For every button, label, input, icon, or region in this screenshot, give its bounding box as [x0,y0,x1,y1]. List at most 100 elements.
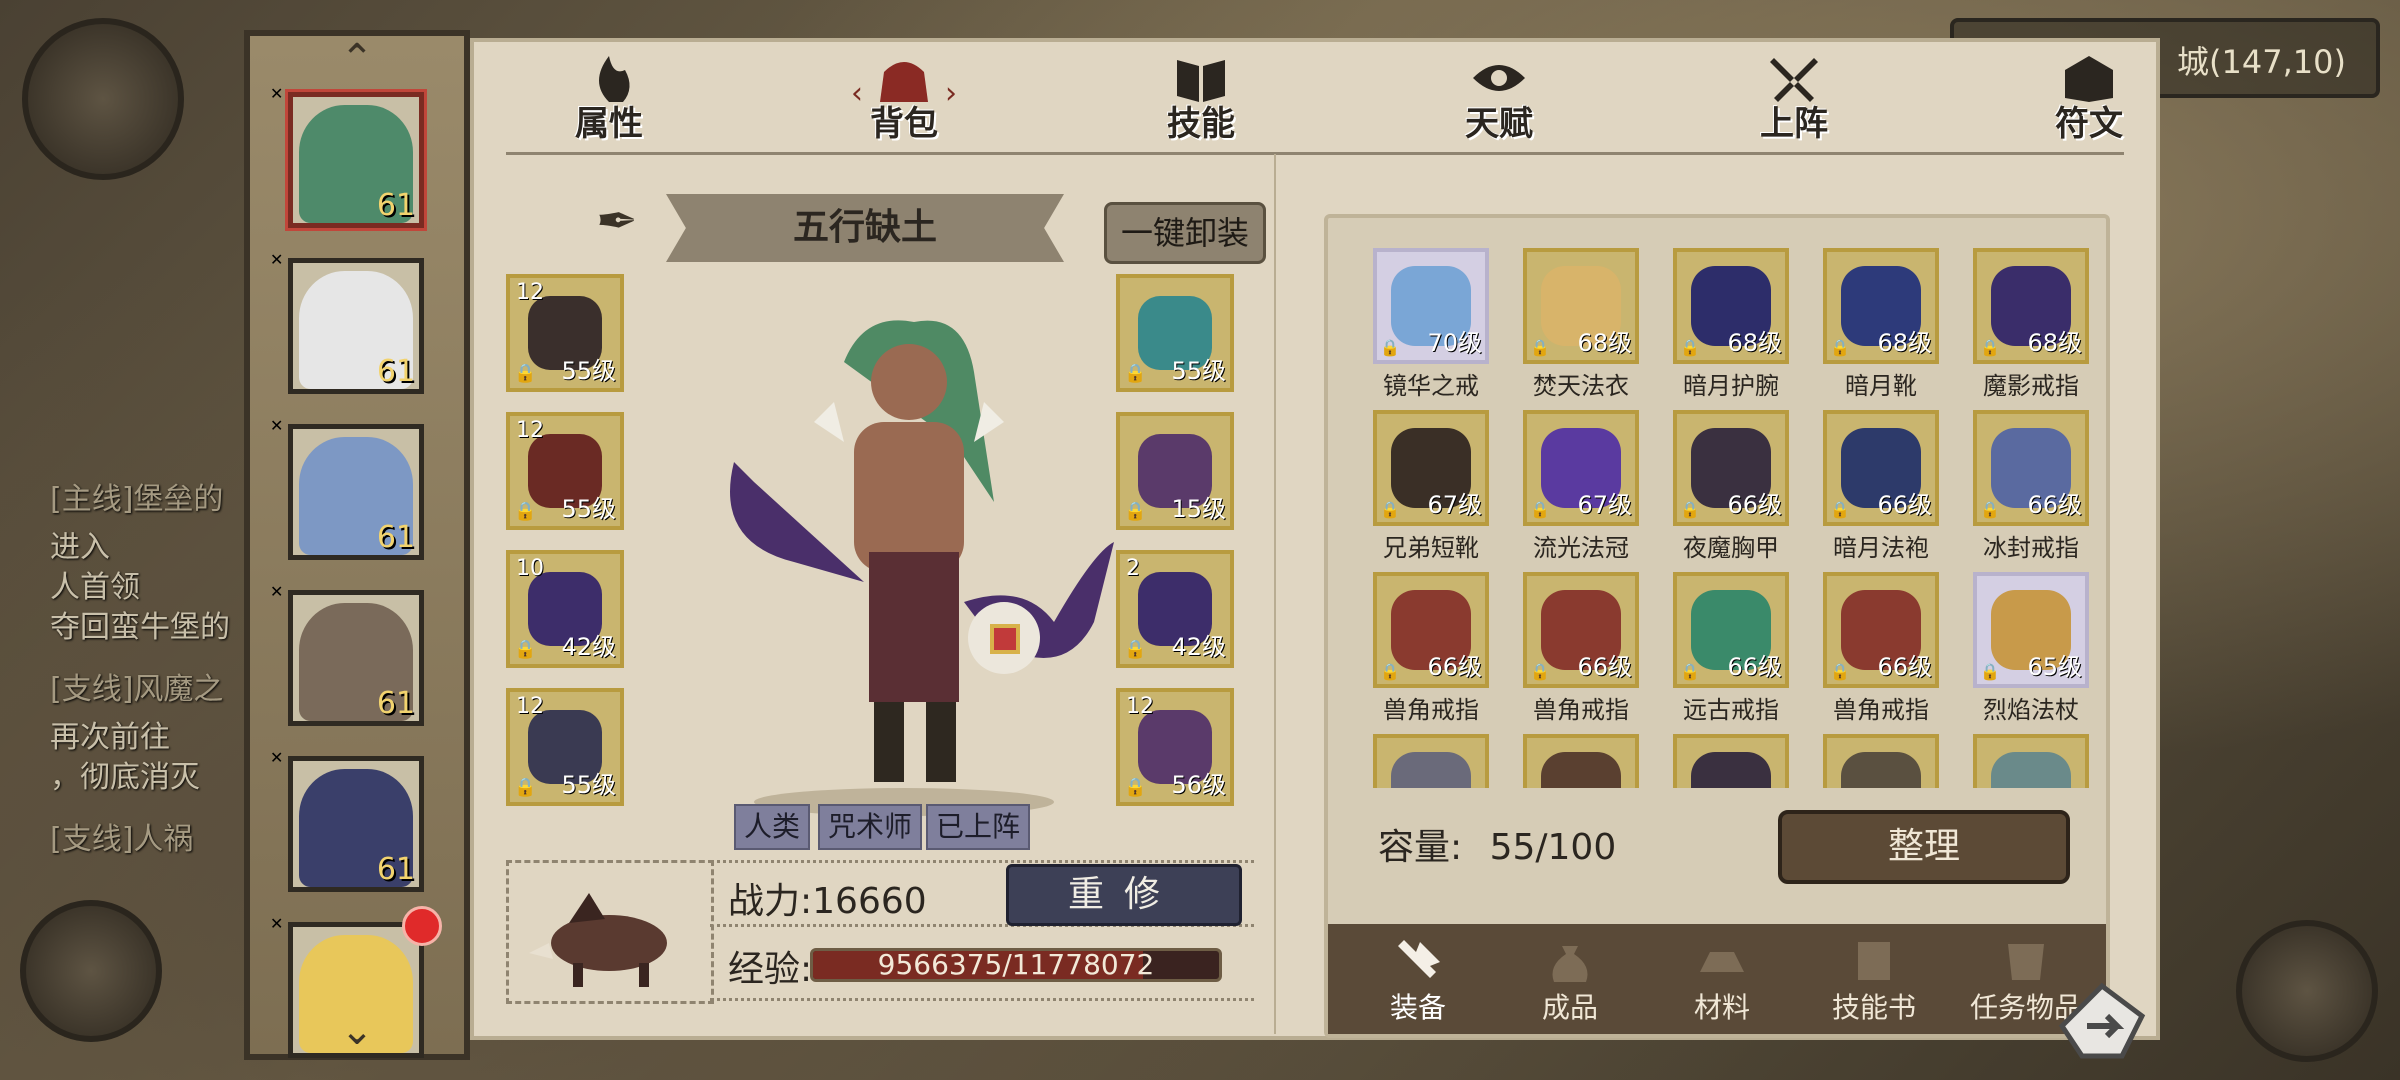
quest-line[interactable]: [支线]风魔之 [50,670,223,710]
item-level: 55级 [1171,357,1226,385]
item-frame: 🔒 [1673,734,1789,788]
enhance-level: 12 [1126,694,1154,719]
inventory-item[interactable]: 68级 🔒 暗月靴 [1806,248,1956,410]
quest-line[interactable]: 夺回蛮牛堡的 [50,608,230,648]
lock-icon: 🔒 [1830,500,1850,519]
inventory-tab-hammer[interactable]: 装备 [1348,932,1488,1028]
equipment-slot[interactable]: 10 42级 🔒 [506,550,624,668]
inventory-item[interactable]: 66级 🔒 冰封戒指 [1956,410,2096,572]
item-name: 夜魔胸甲 [1683,534,1779,562]
rename-brush-icon[interactable]: ✒ [596,192,638,250]
pet-slot[interactable] [506,860,714,1004]
inventory-grid[interactable]: 70级 🔒 镜华之戒 68级 🔒 焚天法衣 68级 🔒 暗月护腕 68级 🔒 暗月靴 68级 🔒 魔影戒指 6… [1356,248,2096,788]
scroll-down-arrow-icon[interactable]: ⌄ [250,1008,464,1054]
inventory-category-tabs: 装备 成品 材料 技能书 任务物品 [1328,924,2106,1034]
exp-progress-bar: 9566375/11778072 [810,948,1222,982]
item-name: 远古戒指 [1683,696,1779,724]
item-level: 15级 [1171,495,1226,523]
equipment-slot[interactable]: 2 42级 🔒 [1116,550,1234,668]
item-frame: 🔒 [1523,734,1639,788]
hero-card[interactable]: 61 [288,590,424,726]
item-name: 镜华之戒 [1383,372,1479,400]
hero-card[interactable]: 61 [288,424,424,560]
inventory-tab-scroll[interactable]: 技能书 [1804,932,1944,1028]
hero-level: 61 [376,354,415,389]
equipment-slot[interactable]: 15级 🔒 [1116,412,1234,530]
inventory-tab-sack[interactable]: 成品 [1500,932,1640,1028]
scroll-up-arrow-icon[interactable]: ⌃ [250,36,464,82]
tab-label: 背包 [870,104,938,144]
item-frame: 65级 🔒 [1973,572,2089,688]
hero-card[interactable]: 61 [288,756,424,892]
unequip-all-button[interactable]: 一键卸装 [1104,202,1266,264]
inventory-item[interactable]: 66级 🔒 兽角戒指 [1356,572,1506,734]
tab-flame[interactable]: 属性 [534,52,684,152]
inventory-item[interactable]: 68级 🔒 暗月护腕 [1656,248,1806,410]
tab-rune[interactable]: 符文 [2014,52,2164,152]
tab-book[interactable]: 技能 [1126,52,1276,152]
power-label: 战力: [728,881,813,922]
inventory-item[interactable]: 66级 🔒 远古戒指 [1656,572,1806,734]
hero-role-icon: ✕ [270,582,284,601]
hero-card[interactable]: 61 [288,92,424,228]
inventory-item[interactable]: 🔒 [1356,734,1506,788]
sort-button[interactable]: 整理 [1778,810,2070,884]
inventory-item[interactable]: 67级 🔒 流光法冠 [1506,410,1656,572]
tab-bag[interactable]: 背包 [829,52,979,152]
inventory-item[interactable]: 70级 🔒 镜华之戒 [1356,248,1506,410]
stats-divider-top [710,860,1254,863]
inventory-tab-ingot[interactable]: 材料 [1652,932,1792,1028]
map-coordinate-text: 城(147,10) [2177,43,2346,81]
rebuild-button[interactable]: 重修 [1006,864,1242,926]
inventory-item[interactable]: 66级 🔒 暗月法袍 [1806,410,1956,572]
equipment-slot[interactable]: 55级 🔒 [1116,274,1234,392]
quest-line[interactable]: 进入 [50,528,110,568]
quest-line[interactable]: [支线]人祸 [50,820,193,860]
lock-icon: 🔒 [1530,338,1550,357]
item-level: 55级 [561,357,616,385]
lock-icon: 🔒 [1380,500,1400,519]
equipment-slot[interactable]: 12 55级 🔒 [506,274,624,392]
inventory-item[interactable]: 🔒 [1806,734,1956,788]
crossed-swords-icon [1770,58,1818,102]
lock-icon: 🔒 [1980,662,2000,681]
inventory-item[interactable]: 66级 🔒 兽角戒指 [1806,572,1956,734]
inventory-item[interactable]: 65级 🔒 烈焰法杖 [1956,572,2096,734]
inventory-item[interactable]: 68级 🔒 焚天法衣 [1506,248,1656,410]
hero-role-icon: ✕ [270,914,284,933]
inventory-item[interactable]: 66级 🔒 夜魔胸甲 [1656,410,1806,572]
item-name: 流光法冠 [1533,534,1629,562]
inventory-item[interactable]: 🔒 [1656,734,1806,788]
bottom-left-hud-button[interactable] [20,900,162,1042]
inventory-item[interactable]: 🔒 [1506,734,1656,788]
inventory-item[interactable]: 66级 🔒 兽角戒指 [1506,572,1656,734]
bottom-right-hud-button[interactable] [2236,920,2378,1062]
inventory-item[interactable]: 🔒 [1956,734,2096,788]
hero-card[interactable]: 61 [288,258,424,394]
item-name: 兽角戒指 [1383,696,1479,724]
notification-dot [402,906,442,946]
player-portrait-hud[interactable] [22,18,184,180]
hero-level: 61 [376,852,415,887]
inventory-item[interactable]: 67级 🔒 兄弟短靴 [1356,410,1506,572]
equipment-slot[interactable]: 12 55级 🔒 [506,412,624,530]
quest-line[interactable]: [主线]堡垒的 [50,480,223,520]
item-level: 56级 [1171,771,1226,799]
quest-line[interactable]: 再次前往 [50,718,170,758]
tab-eye[interactable]: 天赋 [1424,52,1574,152]
item-frame: 70级 🔒 [1373,248,1489,364]
stats-divider-bottom [710,998,1254,1001]
equipment-slot[interactable]: 12 56级 🔒 [1116,688,1234,806]
quest-line[interactable]: 人首领 [50,568,140,608]
equipment-slot[interactable]: 12 55级 🔒 [506,688,624,806]
quest-line[interactable]: ，彻底消灭 [50,758,200,798]
tab-crossed-swords[interactable]: 上阵 [1719,52,1869,152]
item-level: 68级 [1877,329,1932,357]
item-level: 42级 [1171,633,1226,661]
return-arrow-icon[interactable] [2052,976,2152,1066]
inventory-item[interactable]: 68级 🔒 魔影戒指 [1956,248,2096,410]
item-frame: 66级 🔒 [1823,410,1939,526]
item-level: 42级 [561,633,616,661]
item-level: 66级 [1577,653,1632,681]
item-icon [1841,752,1921,788]
